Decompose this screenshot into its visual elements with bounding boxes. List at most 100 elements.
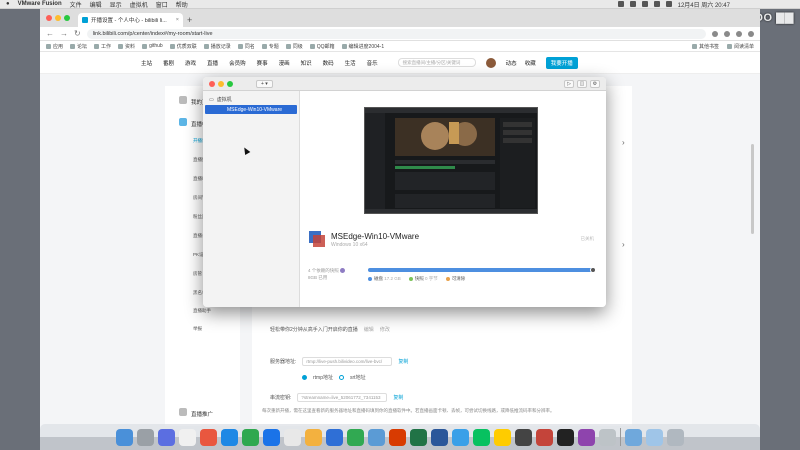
close-window-icon[interactable] xyxy=(209,80,215,87)
pages-icon[interactable] xyxy=(305,428,322,446)
new-tab-button[interactable]: + xyxy=(187,13,192,27)
sidebar-item[interactable]: 举报 xyxy=(193,326,202,332)
bookmark-item[interactable]: 论坛 xyxy=(70,43,87,50)
stream-key-field[interactable]: ?streamname=live_52061772_7341153 xyxy=(297,393,388,402)
notes-app-icon[interactable] xyxy=(494,428,511,446)
sidebar-section-title[interactable]: 直播推广 xyxy=(191,410,213,418)
launchpad-icon[interactable] xyxy=(158,428,175,446)
system-preferences-icon[interactable] xyxy=(137,428,154,446)
reload-icon[interactable]: ↻ xyxy=(74,29,81,38)
nav-link[interactable]: 番剧 xyxy=(163,59,174,67)
bookmark-item[interactable]: 工作 xyxy=(94,43,111,50)
forward-icon[interactable]: → xyxy=(60,29,68,38)
server-address-field[interactable]: rtmp://live-push.bilivideo.com/live-bvc/ xyxy=(302,357,393,366)
nav-link[interactable]: 知识 xyxy=(301,59,312,67)
menu-file[interactable]: 文件 xyxy=(70,0,82,9)
nav-link[interactable]: 赛事 xyxy=(257,59,268,67)
chrome-icon[interactable] xyxy=(242,428,259,446)
zoom-window-icon[interactable] xyxy=(227,80,233,87)
user-link-favorites[interactable]: 收藏 xyxy=(525,59,536,67)
url-field[interactable]: link.bilibili.com/p/center/index#/my-roo… xyxy=(86,28,706,39)
nav-link[interactable]: 漫画 xyxy=(279,59,290,67)
tray-icon[interactable] xyxy=(617,1,624,7)
page-scrollbar[interactable] xyxy=(751,144,754,234)
nav-link[interactable]: 主站 xyxy=(141,59,152,67)
menu-help[interactable]: 帮助 xyxy=(176,0,188,9)
bookmark-item[interactable]: github xyxy=(142,43,163,49)
tag[interactable]: 修改 xyxy=(380,326,390,333)
bookmark-item[interactable]: 同名 xyxy=(237,43,255,50)
bookmark-item[interactable]: QQ邮箱 xyxy=(309,43,335,50)
apple-icon[interactable]: ● xyxy=(6,1,10,7)
finder-icon[interactable] xyxy=(116,428,133,446)
vm-list-item[interactable]: MSEdge-Win10-VMware xyxy=(205,105,297,114)
reading-list[interactable]: 阅读清单 xyxy=(726,43,754,50)
bookmark-item[interactable]: 优质双联 xyxy=(169,43,197,50)
photos-icon[interactable] xyxy=(284,428,301,446)
menu-view[interactable]: 显示 xyxy=(110,0,122,9)
bookmark-item[interactable]: 编辑进度2004-1 xyxy=(341,43,384,50)
profile-icon[interactable] xyxy=(748,30,754,37)
close-tab-icon[interactable]: × xyxy=(176,17,179,23)
tray-icon[interactable] xyxy=(641,1,648,7)
copy-key-link[interactable]: 复制 xyxy=(393,394,403,401)
srt-radio[interactable] xyxy=(339,375,345,380)
notes-icon[interactable] xyxy=(179,428,196,446)
powerpoint-icon[interactable] xyxy=(389,428,406,446)
rtmp-radio[interactable] xyxy=(302,375,307,380)
bookmark-item[interactable]: 播放记录 xyxy=(203,43,231,50)
wifi-icon[interactable] xyxy=(653,1,660,7)
minimize-window-icon[interactable] xyxy=(55,15,61,21)
documents-folder-icon[interactable] xyxy=(646,428,663,446)
copy-address-link[interactable]: 复制 xyxy=(398,358,408,365)
menu-vm[interactable]: 虚拟机 xyxy=(130,0,148,9)
settings-icon[interactable]: ⚙ xyxy=(590,79,600,88)
play-icon[interactable]: ▷ xyxy=(564,79,574,88)
safari-icon[interactable] xyxy=(221,428,238,446)
bookmark-item[interactable]: 资料 xyxy=(118,43,135,50)
start-live-button[interactable]: 我要开播 xyxy=(545,56,578,69)
wechat-icon[interactable] xyxy=(473,428,490,446)
back-icon[interactable]: ← xyxy=(46,29,54,38)
bookmark-item[interactable]: 同级 xyxy=(285,43,303,50)
qq-icon[interactable] xyxy=(452,428,469,446)
snapshot-icon[interactable]: ◫ xyxy=(577,79,587,88)
tag[interactable]: 编辑 xyxy=(364,326,374,333)
chevron-right-icon[interactable]: › xyxy=(622,240,625,249)
nav-link[interactable]: 数码 xyxy=(323,59,334,67)
menu-window[interactable]: 窗口 xyxy=(156,0,168,9)
vmware-fusion-icon[interactable] xyxy=(536,428,553,446)
tray-icon[interactable] xyxy=(629,1,636,7)
avatar[interactable] xyxy=(485,57,496,68)
user-link-dynamic[interactable]: 动态 xyxy=(506,59,517,67)
nav-link[interactable]: 会员购 xyxy=(229,59,246,67)
keynote-icon[interactable] xyxy=(326,428,343,446)
menu-edit[interactable]: 编辑 xyxy=(90,0,102,9)
add-vm-button[interactable]: + ▾ xyxy=(256,79,273,88)
nav-link[interactable]: 音乐 xyxy=(367,59,378,67)
other-bookmarks[interactable]: 其他书签 xyxy=(691,43,719,50)
extension-icon[interactable] xyxy=(712,30,718,37)
battery-icon[interactable] xyxy=(665,1,672,7)
clock[interactable]: 12月4日 周六 20:47 xyxy=(678,0,730,9)
sidebar-item[interactable]: 直播助手 xyxy=(193,308,211,314)
extension-icon[interactable] xyxy=(736,30,742,37)
app-icon[interactable] xyxy=(578,428,595,446)
mail-icon[interactable] xyxy=(368,428,385,446)
trash-icon[interactable] xyxy=(667,428,684,446)
browser-tab[interactable]: 开播设置 - 个人中心 - bilibili li... × xyxy=(78,13,183,27)
close-window-icon[interactable] xyxy=(46,15,52,21)
bookmark-item[interactable]: 专题 xyxy=(261,43,279,50)
preview-icon[interactable] xyxy=(599,428,616,446)
minimize-window-icon[interactable] xyxy=(218,80,224,87)
excel-icon[interactable] xyxy=(410,428,427,446)
calendar-icon[interactable] xyxy=(200,428,217,446)
menu-app-name[interactable]: VMware Fusion xyxy=(18,1,62,7)
chevron-right-icon[interactable]: › xyxy=(622,138,625,147)
downloads-folder-icon[interactable] xyxy=(625,428,642,446)
bookmark-item[interactable]: 应用 xyxy=(46,43,63,50)
zoom-window-icon[interactable] xyxy=(64,15,70,21)
obs-icon[interactable] xyxy=(557,428,574,446)
terminal-icon[interactable] xyxy=(515,428,532,446)
nav-link[interactable]: 直播 xyxy=(207,59,218,67)
